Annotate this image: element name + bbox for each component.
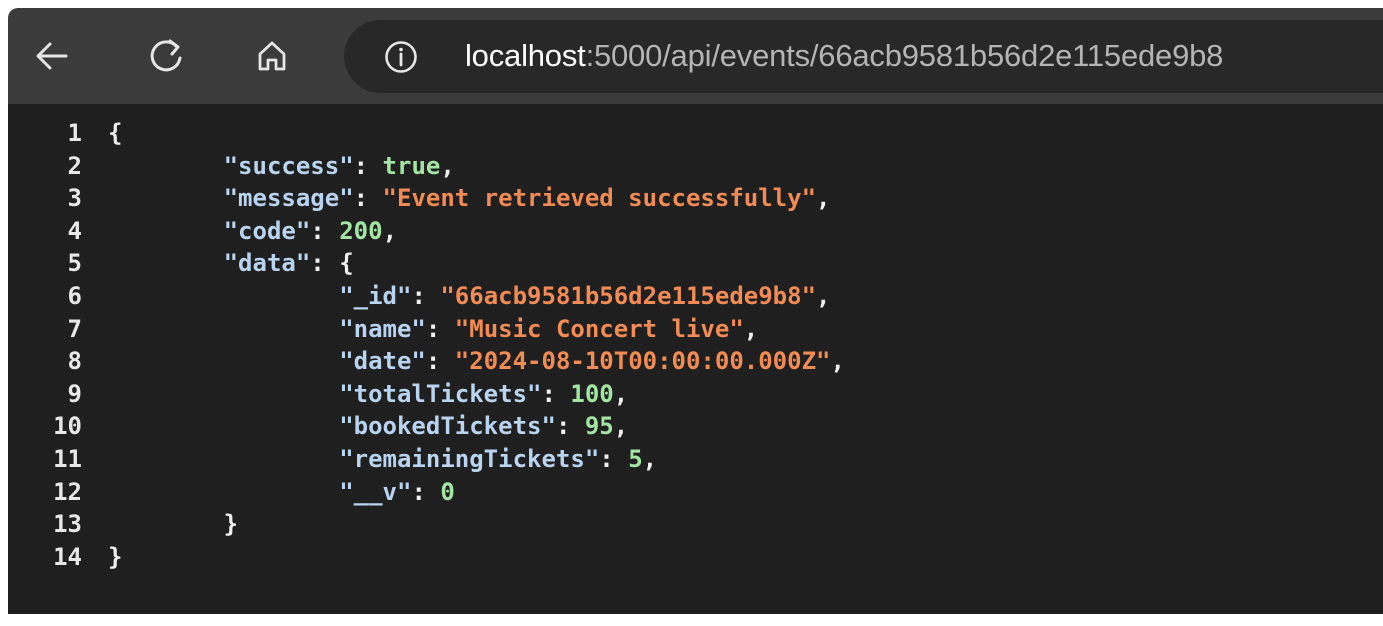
open-brace: { bbox=[108, 119, 123, 147]
code-line: 3 "message": "Event retrieved successful… bbox=[8, 182, 845, 215]
json-key: "success" bbox=[223, 151, 354, 180]
info-icon[interactable] bbox=[384, 40, 418, 74]
code-line: 7 "name": "Music Concert live", bbox=[8, 313, 845, 346]
code-line: 5 "data": { bbox=[8, 247, 845, 280]
close-brace: } bbox=[108, 542, 123, 571]
home-icon bbox=[258, 41, 286, 71]
url-path: :5000/api/events/66acb9581b56d2e115ede9b… bbox=[585, 38, 1224, 73]
url-text[interactable]: localhost:5000/api/events/66acb9581b56d2… bbox=[465, 36, 1223, 76]
browser-toolbar: localhost:5000/api/events/66acb9581b56d2… bbox=[8, 8, 1383, 104]
code-line: 9 "totalTickets": 100, bbox=[8, 378, 845, 411]
json-key: "data" bbox=[223, 249, 311, 278]
line-number: 1 bbox=[67, 119, 82, 147]
json-value: 95 bbox=[584, 412, 614, 441]
json-key: "_id" bbox=[339, 281, 412, 310]
line-number: 14 bbox=[53, 542, 82, 571]
back-arrow-icon bbox=[36, 42, 68, 70]
line-number: 2 bbox=[67, 151, 82, 180]
json-key: "bookedTickets" bbox=[339, 412, 556, 441]
code-line: 11 "remainingTickets": 5, bbox=[8, 443, 845, 476]
line-number: 11 bbox=[53, 444, 82, 473]
json-value: 0 bbox=[440, 477, 455, 506]
code-line: 10 "bookedTickets": 95, bbox=[8, 410, 845, 443]
json-key: "code" bbox=[223, 216, 311, 245]
json-value: true bbox=[382, 151, 441, 180]
json-key: "date" bbox=[339, 347, 426, 376]
code-line: 6 "_id": "66acb9581b56d2e115ede9b8", bbox=[8, 280, 845, 313]
code-line: 8 "date": "2024-08-10T00:00:00.000Z", bbox=[8, 345, 845, 378]
line-number: 6 bbox=[67, 281, 82, 310]
json-value: "66acb9581b56d2e115ede9b8" bbox=[440, 281, 817, 310]
json-value: 200 bbox=[339, 216, 383, 245]
json-value: 100 bbox=[570, 379, 614, 408]
code-line: 1{ bbox=[8, 117, 845, 150]
json-key: "__v" bbox=[339, 477, 412, 506]
back-button[interactable] bbox=[22, 26, 82, 86]
json-key: "message" bbox=[223, 184, 354, 213]
line-number: 10 bbox=[53, 412, 82, 441]
json-value: "Music Concert live" bbox=[454, 314, 744, 343]
json-key: "name" bbox=[339, 314, 426, 343]
line-number: 5 bbox=[67, 249, 82, 278]
json-value: "2024-08-10T00:00:00.000Z" bbox=[454, 347, 831, 376]
json-value: "Event retrieved successfully" bbox=[382, 184, 817, 213]
reload-button[interactable] bbox=[136, 26, 196, 86]
line-number: 4 bbox=[67, 216, 82, 245]
json-key: "remainingTickets" bbox=[339, 444, 600, 473]
code-line: 2 "success": true, bbox=[8, 150, 845, 183]
line-number: 13 bbox=[53, 510, 82, 539]
code-line: 4 "code": 200, bbox=[8, 215, 845, 248]
code-line: 14} bbox=[8, 541, 845, 574]
json-code-block: 1{ 2 "success": true, 3 "message": "Even… bbox=[8, 117, 845, 573]
browser-window: localhost:5000/api/events/66acb9581b56d2… bbox=[0, 0, 1383, 626]
json-value: 5 bbox=[628, 444, 643, 473]
json-key: "totalTickets" bbox=[339, 379, 542, 408]
code-line: 12 "__v": 0 bbox=[8, 476, 845, 509]
address-bar[interactable]: localhost:5000/api/events/66acb9581b56d2… bbox=[344, 20, 1383, 93]
code-line: 13 } bbox=[8, 508, 845, 541]
json-viewer: 1{ 2 "success": true, 3 "message": "Even… bbox=[8, 104, 1383, 614]
url-host: localhost bbox=[465, 38, 586, 73]
home-button[interactable] bbox=[242, 26, 302, 86]
line-number: 7 bbox=[67, 314, 82, 343]
line-number: 3 bbox=[67, 184, 82, 213]
reload-icon bbox=[150, 39, 182, 72]
line-number: 12 bbox=[53, 477, 82, 506]
line-number: 8 bbox=[67, 347, 82, 376]
close-brace: } bbox=[223, 510, 239, 539]
line-number: 9 bbox=[67, 379, 82, 408]
